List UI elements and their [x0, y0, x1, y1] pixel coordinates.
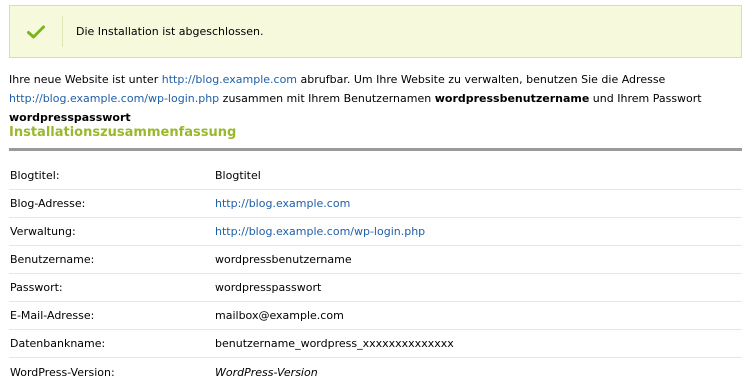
intro-password: wordpresspasswort [9, 111, 131, 124]
summary-row-blog-title: Blogtitel: Blogtitel [9, 162, 742, 190]
row-label: E-Mail-Adresse: [10, 309, 95, 322]
row-value: WordPress-Version [215, 365, 318, 379]
blog-address-link[interactable]: http://blog.example.com [215, 197, 350, 210]
summary-row-wp-version: WordPress-Version: WordPress-Version [9, 358, 742, 386]
checkmark-icon [10, 16, 63, 47]
admin-url-link[interactable]: http://blog.example.com/wp-login.php [9, 92, 219, 105]
row-value: wordpressbenutzername [215, 253, 352, 266]
intro-text: zusammen mit Ihrem Benutzernamen [219, 92, 435, 105]
row-label: Blogtitel: [10, 169, 60, 182]
summary-row-admin: Verwaltung: http://blog.example.com/wp-l… [9, 218, 742, 246]
row-label: WordPress-Version: [10, 365, 115, 379]
installation-complete-page: Die Installation ist abgeschlossen. Ihre… [0, 0, 753, 391]
row-label: Verwaltung: [10, 225, 76, 238]
summary-row-username: Benutzername: wordpressbenutzername [9, 246, 742, 274]
row-label: Blog-Adresse: [10, 197, 86, 210]
success-notice: Die Installation ist abgeschlossen. [9, 5, 742, 58]
summary-row-blog-address: Blog-Adresse: http://blog.example.com [9, 190, 742, 218]
row-label: Datenbankname: [10, 337, 106, 350]
intro-text: Ihre neue Website ist unter [9, 73, 162, 86]
row-value: benutzername_wordpress_xxxxxxxxxxxxxx [215, 337, 454, 350]
row-label: Passwort: [10, 281, 63, 294]
success-message: Die Installation ist abgeschlossen. [76, 25, 264, 38]
admin-link[interactable]: http://blog.example.com/wp-login.php [215, 225, 425, 238]
summary-row-database: Datenbankname: benutzername_wordpress_xx… [9, 330, 742, 358]
intro-username: wordpressbenutzername [434, 92, 590, 105]
row-value: mailbox@example.com [215, 309, 344, 322]
summary-heading: Installationszusammenfassung [9, 125, 237, 140]
intro-text: und Ihrem Passwort [589, 92, 702, 105]
row-value: wordpresspasswort [215, 281, 322, 294]
intro-paragraph: Ihre neue Website ist unter http://blog.… [9, 70, 739, 127]
section-divider [9, 148, 742, 151]
intro-text: abrufbar. Um Ihre Website zu verwalten, … [297, 73, 666, 86]
summary-row-password: Passwort: wordpresspasswort [9, 274, 742, 302]
site-url-link[interactable]: http://blog.example.com [162, 73, 297, 86]
row-value: Blogtitel [215, 169, 261, 182]
row-label: Benutzername: [10, 253, 95, 266]
summary-row-email: E-Mail-Adresse: mailbox@example.com [9, 302, 742, 330]
summary-table: Blogtitel: Blogtitel Blog-Adresse: http:… [9, 162, 742, 386]
